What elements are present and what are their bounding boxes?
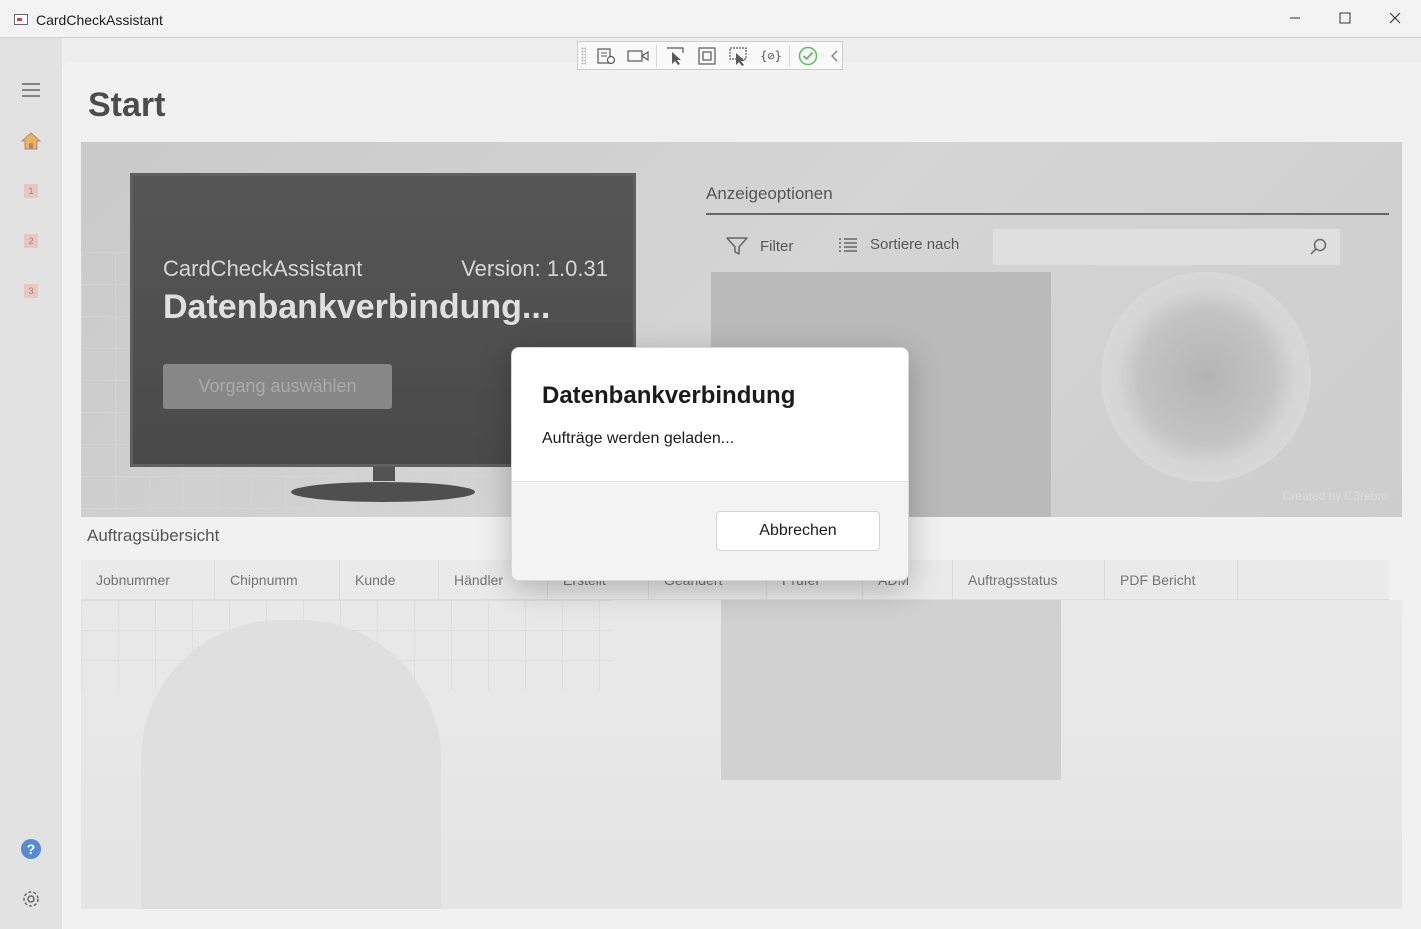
minimize-button[interactable]	[1270, 0, 1320, 36]
dialog-message: Aufträge werden geladen...	[542, 430, 735, 447]
title-bar: CardCheckAssistant	[0, 0, 1421, 38]
app-icon	[14, 14, 28, 25]
minimize-icon	[1290, 17, 1300, 19]
dialog-footer: Abbrechen	[512, 481, 908, 580]
window-title: CardCheckAssistant	[36, 12, 163, 28]
database-connection-dialog: Datenbankverbindung Aufträge werden gela…	[511, 347, 909, 581]
cancel-button[interactable]: Abbrechen	[716, 511, 880, 551]
close-button[interactable]	[1370, 0, 1420, 36]
maximize-button[interactable]	[1320, 0, 1370, 36]
close-icon	[1389, 12, 1401, 24]
maximize-icon	[1339, 12, 1351, 24]
dialog-title: Datenbankverbindung	[542, 382, 796, 409]
